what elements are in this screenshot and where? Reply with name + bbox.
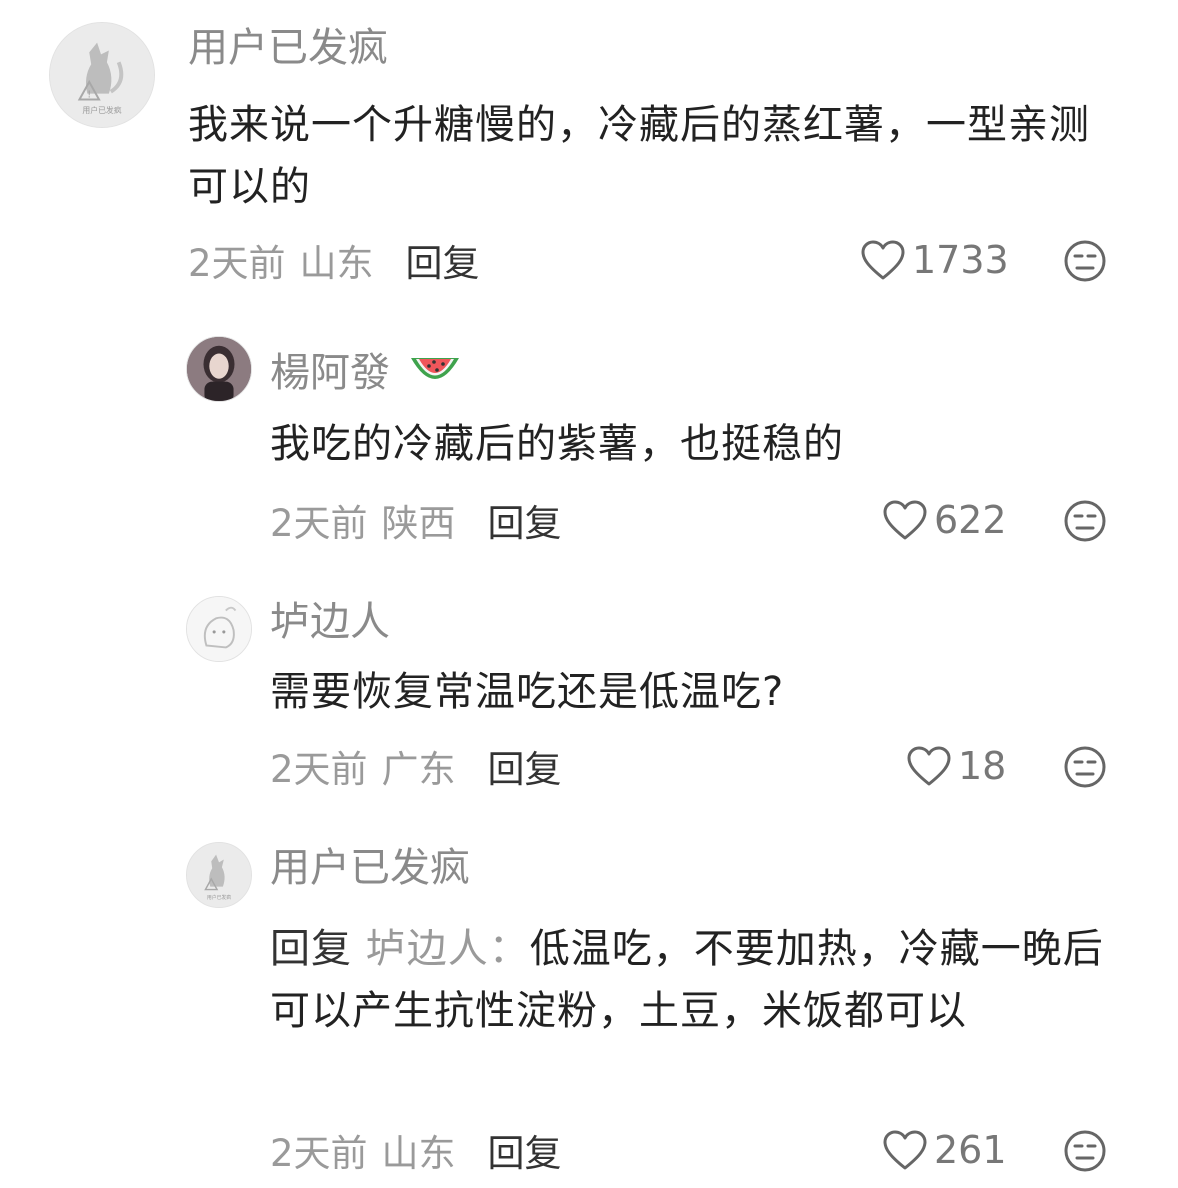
- like-button[interactable]: 622: [882, 494, 1007, 546]
- like-count: 18: [958, 744, 1007, 788]
- comment-region: 山东: [299, 242, 374, 285]
- heart-outline-icon: [883, 1130, 927, 1170]
- comment-text: 回复 垆边人：低温吃，不要加热，冷藏一晚后可以产生抗性淀粉，土豆，米饭都可以: [270, 918, 1130, 1042]
- person-avatar-icon: [187, 337, 251, 401]
- svg-text:!: !: [87, 90, 91, 101]
- comment-meta: 2天前 广东 回复: [270, 740, 562, 792]
- heart-outline-icon: [883, 500, 927, 540]
- reply-button[interactable]: 回复: [488, 739, 562, 793]
- username[interactable]: 用户已发疯: [270, 844, 470, 892]
- comment-text: 我吃的冷藏后的紫薯，也挺稳的: [270, 421, 844, 467]
- heart-outline-icon: [861, 240, 905, 280]
- comment-time: 2天前: [270, 748, 368, 791]
- comment-meta: 2天前 山东 回复: [188, 234, 480, 286]
- svg-text:用户已发疯: 用户已发疯: [82, 105, 121, 115]
- cat-avatar-icon: ! 用户已发疯: [50, 23, 154, 127]
- watermelon-icon: [410, 358, 459, 379]
- meh-face-icon[interactable]: [1063, 1129, 1107, 1173]
- like-button[interactable]: 18: [906, 740, 1006, 792]
- like-count: 1733: [912, 238, 1009, 282]
- like-count: 622: [934, 498, 1007, 542]
- meh-face-icon[interactable]: [1063, 745, 1107, 789]
- reply-target-username[interactable]: 垆边人：: [366, 926, 530, 972]
- avatar[interactable]: [186, 336, 252, 402]
- comment-region: 陕西: [381, 502, 456, 545]
- meh-face-icon[interactable]: [1063, 239, 1107, 283]
- username[interactable]: 垆边人: [270, 598, 390, 646]
- heart-outline-icon: [907, 746, 951, 786]
- comment-text: 需要恢复常温吃还是低温吃?: [270, 669, 785, 715]
- comment-text: 我来说一个升糖慢的，冷藏后的蒸红薯，一型亲测可以的: [188, 102, 1090, 210]
- comment-meta: 2天前 山东 回复: [270, 1124, 562, 1176]
- comment-meta: 2天前 陕西 回复: [270, 494, 562, 546]
- username[interactable]: 楊阿發: [270, 348, 463, 397]
- meh-face-icon[interactable]: [1063, 499, 1107, 543]
- comment-time: 2天前: [270, 1132, 368, 1175]
- comment-time: 2天前: [188, 242, 286, 285]
- reply-button[interactable]: 回复: [488, 1123, 562, 1177]
- username[interactable]: 用户已发疯: [188, 24, 388, 72]
- comment-region: 广东: [381, 748, 456, 791]
- comment-time: 2天前: [270, 502, 368, 545]
- avatar[interactable]: 用户已发疯: [186, 842, 252, 908]
- reply-prefix: 回复: [270, 926, 352, 972]
- doodle-avatar-icon: [187, 597, 251, 661]
- svg-text:用户已发疯: 用户已发疯: [207, 894, 231, 901]
- username-text: 楊阿發: [270, 350, 390, 396]
- like-button[interactable]: 261: [882, 1124, 1007, 1176]
- avatar[interactable]: [186, 596, 252, 662]
- comment-region: 山东: [381, 1132, 456, 1175]
- cat-avatar-icon: 用户已发疯: [187, 843, 251, 907]
- like-count: 261: [934, 1128, 1007, 1172]
- like-button[interactable]: 1733: [860, 234, 1009, 286]
- avatar[interactable]: ! 用户已发疯: [49, 22, 155, 128]
- reply-button[interactable]: 回复: [406, 233, 480, 287]
- reply-button[interactable]: 回复: [488, 493, 562, 547]
